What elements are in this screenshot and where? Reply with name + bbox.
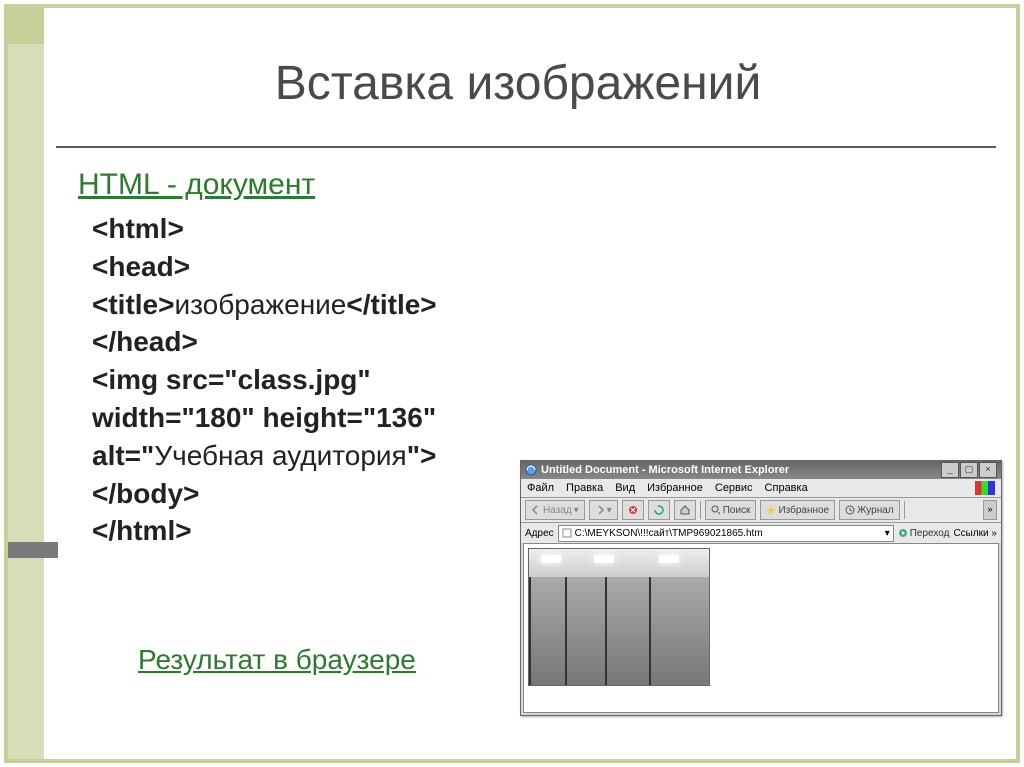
close-button[interactable]: × bbox=[979, 462, 997, 478]
menu-help[interactable]: Справка bbox=[765, 482, 808, 494]
code-line: <title>изображение</title> bbox=[92, 286, 437, 324]
menu-view[interactable]: Вид bbox=[615, 482, 635, 494]
code-line: width="180" height="136" bbox=[92, 399, 437, 437]
refresh-button[interactable] bbox=[648, 500, 670, 520]
page-title: Вставка изображений bbox=[68, 56, 968, 111]
code-line: <html> bbox=[92, 210, 437, 248]
side-accent bbox=[8, 542, 58, 558]
stop-button[interactable] bbox=[622, 500, 644, 520]
ie-throbber-icon bbox=[975, 481, 995, 495]
search-icon bbox=[711, 505, 721, 515]
ie-icon bbox=[525, 464, 537, 476]
address-label: Адрес bbox=[525, 528, 554, 539]
home-icon bbox=[680, 505, 690, 515]
address-bar: Адрес C:\MEYKSON\!!!сайт\TMP969021865.ht… bbox=[521, 522, 1001, 543]
toolbar-overflow[interactable]: » bbox=[983, 500, 997, 520]
code-line: </head> bbox=[92, 323, 437, 361]
separator bbox=[700, 501, 701, 519]
refresh-icon bbox=[654, 505, 664, 515]
menu-favorites[interactable]: Избранное bbox=[647, 482, 703, 494]
forward-button[interactable]: ▾ bbox=[589, 500, 618, 520]
slide: Вставка изображений HTML - документ <htm… bbox=[4, 4, 1020, 763]
inserted-image bbox=[528, 548, 710, 686]
titlebar: Untitled Document - Microsoft Internet E… bbox=[521, 461, 1001, 479]
code-line: </html> bbox=[92, 512, 437, 550]
go-icon bbox=[898, 528, 908, 538]
home-button[interactable] bbox=[674, 500, 696, 520]
left-accent bbox=[8, 8, 44, 759]
menu-file[interactable]: Файл bbox=[527, 482, 554, 494]
code-line: <img src="class.jpg" bbox=[92, 361, 437, 399]
links-label[interactable]: Ссылки » bbox=[953, 528, 997, 539]
code-line: <head> bbox=[92, 248, 437, 286]
code-line: </body> bbox=[92, 475, 437, 513]
result-link[interactable]: Результат в браузере bbox=[138, 644, 416, 676]
divider bbox=[56, 146, 996, 148]
stop-icon bbox=[628, 505, 638, 515]
minimize-button[interactable]: _ bbox=[941, 462, 959, 478]
menu-edit[interactable]: Правка bbox=[566, 482, 603, 494]
separator bbox=[904, 501, 905, 519]
history-button[interactable]: Журнал bbox=[839, 500, 900, 520]
menubar: Файл Правка Вид Избранное Сервис Справка bbox=[521, 479, 1001, 497]
html-doc-link[interactable]: HTML - документ bbox=[78, 168, 315, 202]
file-icon bbox=[562, 528, 572, 538]
go-button[interactable]: Переход bbox=[898, 528, 950, 539]
browser-content bbox=[523, 543, 999, 713]
star-icon bbox=[766, 505, 776, 515]
corner-accent bbox=[8, 8, 44, 44]
window-title: Untitled Document - Microsoft Internet E… bbox=[541, 464, 941, 476]
maximize-button[interactable]: ▢ bbox=[960, 462, 978, 478]
search-button[interactable]: Поиск bbox=[705, 500, 757, 520]
code-listing: <html> <head> <title>изображение</title>… bbox=[92, 210, 437, 550]
address-field[interactable]: C:\MEYKSON\!!!сайт\TMP969021865.htm ▾ bbox=[558, 525, 894, 542]
menu-tools[interactable]: Сервис bbox=[715, 482, 753, 494]
browser-window: Untitled Document - Microsoft Internet E… bbox=[520, 460, 1002, 716]
arrow-left-icon bbox=[531, 505, 541, 515]
arrow-right-icon bbox=[595, 505, 605, 515]
back-button[interactable]: Назад ▾ bbox=[525, 500, 585, 520]
favorites-button[interactable]: Избранное bbox=[760, 500, 835, 520]
history-icon bbox=[845, 505, 855, 515]
toolbar: Назад ▾ ▾ Поиск Избранн bbox=[521, 497, 1001, 522]
chevron-down-icon[interactable]: ▾ bbox=[885, 528, 890, 539]
code-line: alt="Учебная аудитория"> bbox=[92, 437, 437, 475]
